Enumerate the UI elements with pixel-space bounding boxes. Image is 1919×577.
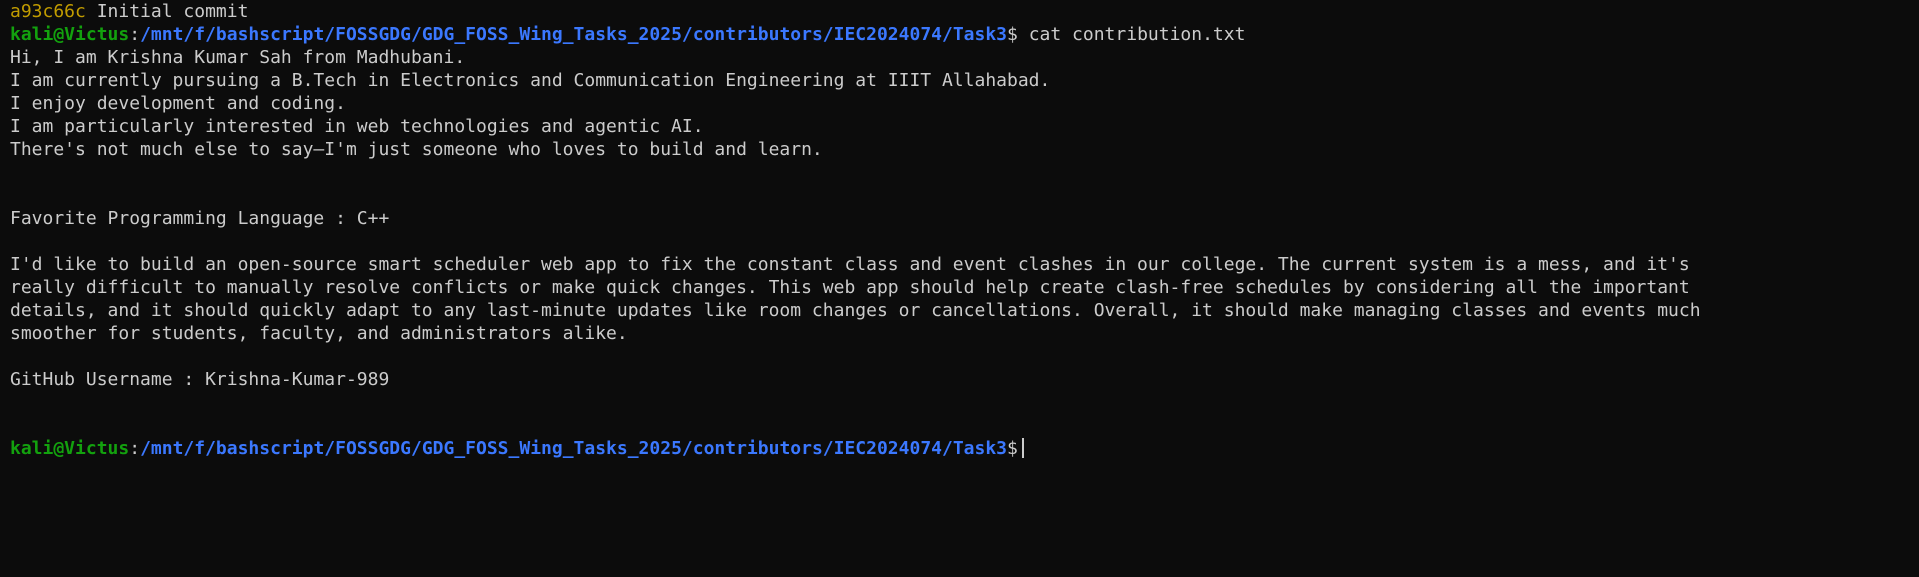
prompt-separator: : <box>129 438 141 459</box>
prompt-path: /mnt/f/bashscript/FOSSGDG/GDG_FOSS_Wing_… <box>140 24 1008 45</box>
terminal-window[interactable]: a93c66c Initial commit kali@Victus:/mnt/… <box>0 0 1919 577</box>
output-line: I'd like to build an open-source smart s… <box>10 254 1690 275</box>
commit-message: Initial commit <box>96 1 249 22</box>
prompt-user-host: kali@Victus <box>10 24 130 45</box>
active-prompt-line[interactable]: kali@Victus:/mnt/f/bashscript/FOSSGDG/GD… <box>10 437 1919 460</box>
output-line: I am particularly interested in web tech… <box>10 116 704 137</box>
output-line: details, and it should quickly adapt to … <box>10 300 1701 321</box>
output-line: smoother for students, faculty, and admi… <box>10 323 628 344</box>
prompt-path: /mnt/f/bashscript/FOSSGDG/GDG_FOSS_Wing_… <box>140 438 1008 459</box>
output-line: I am currently pursuing a B.Tech in Elec… <box>10 70 1051 91</box>
commit-hash: a93c66c <box>10 1 86 22</box>
output-line: really difficult to manually resolve con… <box>10 277 1690 298</box>
text-cursor[interactable] <box>1021 438 1024 458</box>
prompt-line: kali@Victus:/mnt/f/bashscript/FOSSGDG/GD… <box>10 23 1919 46</box>
command-text: cat contribution.txt <box>1028 24 1246 45</box>
prompt-symbol: $ <box>1007 24 1018 45</box>
output-line: I enjoy development and coding. <box>10 93 346 114</box>
output-line: Hi, I am Krishna Kumar Sah from Madhuban… <box>10 47 466 68</box>
output-line: There's not much else to say—I'm just so… <box>10 139 823 160</box>
prompt-user-host: kali@Victus <box>10 438 130 459</box>
commit-line: a93c66c Initial commit <box>10 0 1919 23</box>
github-username-line: GitHub Username : Krishna-Kumar-989 <box>10 369 390 390</box>
command-output: Hi, I am Krishna Kumar Sah from Madhuban… <box>10 46 1919 437</box>
prompt-symbol: $ <box>1007 438 1018 459</box>
favorite-language-line: Favorite Programming Language : C++ <box>10 208 390 229</box>
prompt-separator: : <box>129 24 141 45</box>
